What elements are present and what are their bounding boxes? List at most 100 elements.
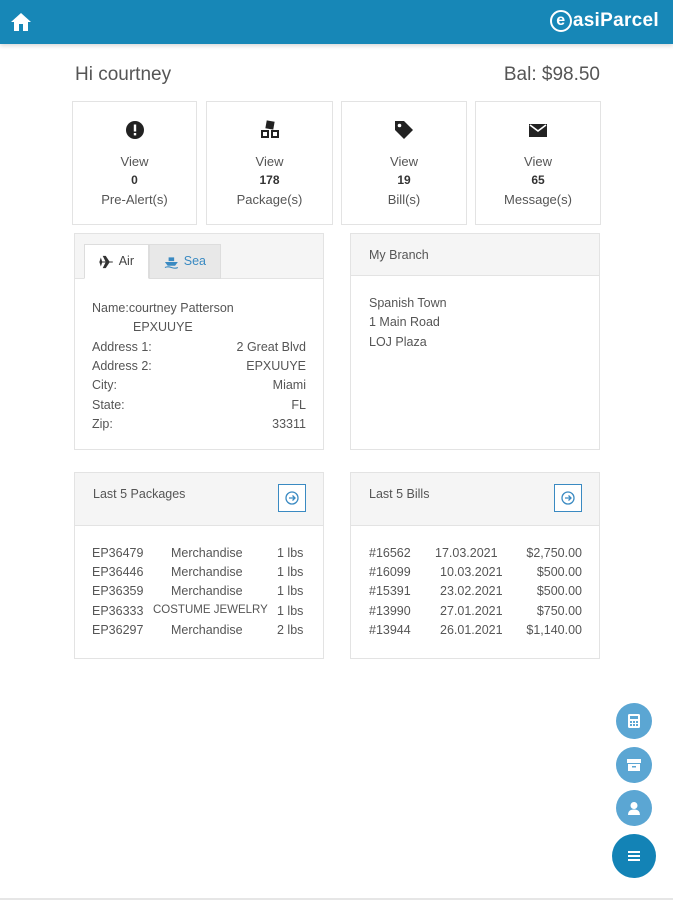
greeting-text: Hi courtney [75,64,172,85]
cubes-icon [207,120,332,142]
packages-panel-title: Last 5 Packages [93,487,186,501]
bill-amount: $500.00 [536,565,582,579]
package-desc: Merchandise [171,584,243,598]
stat-count: 0 [131,173,138,187]
package-id: EP36333 [92,604,144,618]
address-row-value: 33311 [272,417,306,431]
package-desc: Merchandise [171,623,243,637]
bill-amount: $500.00 [536,584,582,598]
arrow-circle-right-icon [561,491,575,505]
package-weight: 2 lbs [277,623,304,637]
stat-count: 178 [259,173,280,187]
stat-action: View [255,154,284,169]
tab-sea-label: Sea [183,254,206,268]
packages-panel: Last 5 Packages EP36479 Merchandise 1 lb… [74,472,324,659]
stat-card-pre-alerts[interactable]: View 0 Pre-Alert(s) [72,101,197,225]
top-bar: e asiParcel [0,0,673,44]
stat-card-packages[interactable]: View 178 Package(s) [206,101,333,225]
address-row-label: Zip: [92,417,113,431]
bill-date: 26.01.2021 [440,623,503,637]
stat-count: 19 [397,173,411,187]
package-weight: 1 lbs [277,546,304,560]
menu-icon [628,851,640,861]
branch-panel: My Branch Spanish Town 1 Main Road LOJ P… [350,233,600,450]
address-row-value: 2 Great Blvd [236,340,306,354]
home-icon[interactable] [10,12,32,32]
bill-date: 10.03.2021 [440,565,503,579]
branch-line: LOJ Plaza [369,335,427,349]
bill-id: #13990 [369,604,411,618]
bill-date: 23.02.2021 [440,584,503,598]
branch-panel-title: My Branch [351,234,599,276]
package-desc: COSTUME JEWELRY [153,604,268,616]
address-name-line: Name:courtney Patterson [92,301,234,315]
main-menu-button[interactable] [612,834,656,878]
bill-amount: $750.00 [536,604,582,618]
profile-button[interactable] [616,790,652,826]
address-row-label: Address 2: [92,359,152,373]
bill-amount: $2,750.00 [526,546,582,560]
package-id: EP36359 [92,584,144,598]
bill-amount: $1,140.00 [526,623,582,637]
stat-count: 65 [531,173,545,187]
bills-goto-button[interactable] [554,484,582,512]
bill-id: #13944 [369,623,411,637]
stat-label: Package(s) [236,192,303,207]
stat-card-messages[interactable]: View 65 Message(s) [475,101,601,225]
branch-line: Spanish Town [369,296,447,310]
address-row-label: State: [92,398,125,412]
address-panel: Air Sea Name:courtney Patterson EPXUUYE … [74,233,324,450]
address-row: City: Miami [92,378,306,392]
package-weight: 1 lbs [277,584,304,598]
bill-date: 17.03.2021 [435,546,498,560]
tab-sea[interactable]: Sea [149,244,221,279]
bills-panel: Last 5 Bills #16562 17.03.2021 $2,750.00… [350,472,600,659]
package-desc: Merchandise [171,565,243,579]
user-icon [628,801,640,815]
archive-button[interactable] [616,747,652,783]
arrow-circle-right-icon [285,491,299,505]
tab-air[interactable]: Air [84,244,149,279]
address-row: State: FL [92,398,306,412]
balance-text: Bal: $98.50 [503,64,600,85]
package-id: EP36479 [92,546,144,560]
address-name-label: Name: [92,301,129,315]
envelope-icon [476,120,600,142]
address-row-label: Address 1: [92,340,152,354]
shipping-tabs: Air Sea [75,234,323,279]
stat-action: View [390,154,418,169]
calculator-icon [628,714,640,728]
stat-action: View [524,154,552,169]
address-row-value: EPXUUYE [246,359,306,373]
packages-goto-button[interactable] [278,484,306,512]
plane-icon [99,255,113,268]
calculator-button[interactable] [616,703,652,739]
branch-line: 1 Main Road [369,315,440,329]
archive-icon [627,759,641,771]
package-id: EP36446 [92,565,144,579]
brand-logo-mark: e [549,10,572,32]
stat-label: Message(s) [504,192,572,207]
exclamation-circle-icon [73,120,196,142]
address-name: courtney Patterson [128,301,234,315]
bill-id: #15391 [369,584,411,598]
package-weight: 1 lbs [277,604,304,618]
address-code: EPXUUYE [133,320,193,334]
package-id: EP36297 [92,623,144,637]
package-weight: 1 lbs [277,565,304,579]
stat-label: Bill(s) [387,192,421,207]
bills-panel-header: Last 5 Bills [351,473,599,526]
address-row-value: FL [291,398,306,412]
packages-panel-header: Last 5 Packages [75,473,323,526]
stat-card-bills[interactable]: View 19 Bill(s) [341,101,467,225]
address-row-value: Miami [272,378,306,392]
tab-air-label: Air [118,254,134,268]
package-desc: Merchandise [171,546,243,560]
bill-date: 27.01.2021 [440,604,503,618]
stat-action: View [120,154,149,169]
address-row: Address 2: EPXUUYE [92,359,306,373]
bills-panel-title: Last 5 Bills [369,487,430,501]
ship-icon [164,256,179,269]
bill-id: #16562 [369,546,411,560]
brand-logo-text: asiParcel [572,10,659,31]
